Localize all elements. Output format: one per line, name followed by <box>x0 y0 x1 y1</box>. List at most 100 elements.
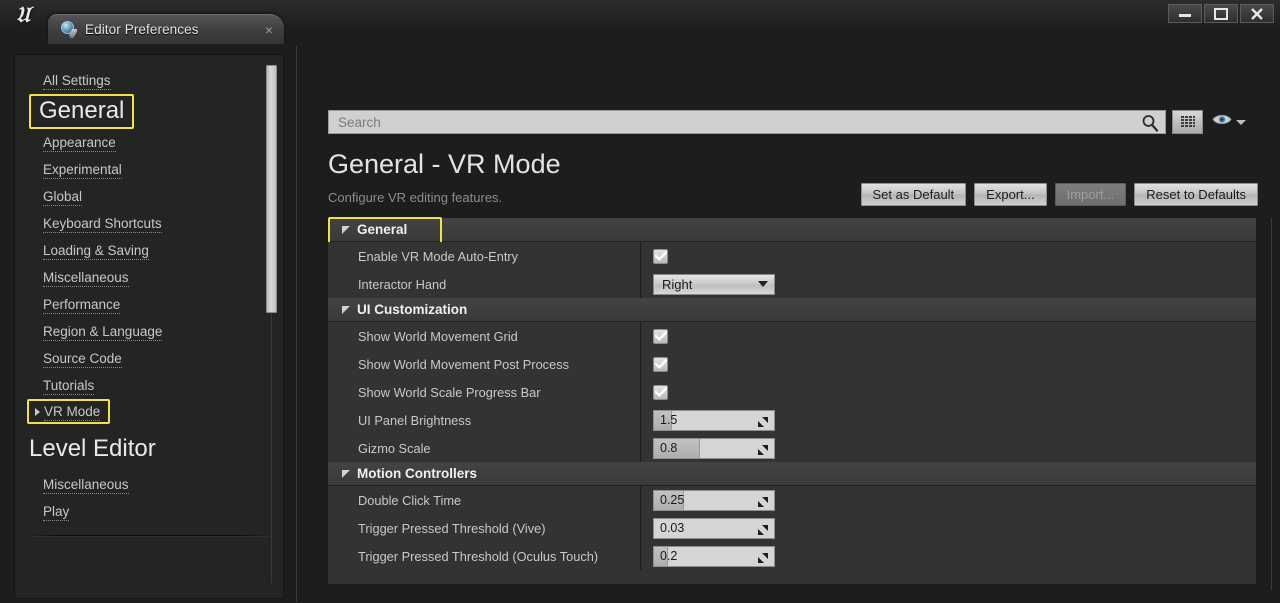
drag-handle-icon[interactable] <box>757 443 769 459</box>
sidebar-group-level-editor[interactable]: Level Editor <box>15 424 283 471</box>
sidebar-item-appearance[interactable]: Appearance <box>15 129 283 156</box>
sidebar-item-label: Region & Language <box>43 324 162 341</box>
sidebar-group-general[interactable]: General <box>29 94 134 129</box>
property-label: Trigger Pressed Threshold (Oculus Touch) <box>328 549 640 564</box>
reset-to-defaults-button[interactable]: Reset to Defaults <box>1134 183 1258 206</box>
property-row: Interactor Hand Right <box>328 270 1256 298</box>
property-list-tail <box>328 570 1256 584</box>
close-icon[interactable]: × <box>258 22 280 38</box>
sidebar-item-keyboard-shortcuts[interactable]: Keyboard Shortcuts <box>15 210 283 237</box>
sidebar-item-label: VR Mode <box>44 404 100 421</box>
property-value-cell: 0.25 <box>640 486 1256 514</box>
import-button: Import... <box>1055 183 1127 206</box>
collapse-triangle-icon[interactable] <box>342 226 350 234</box>
numeric-slider-input[interactable]: 0.8 <box>653 438 775 459</box>
sidebar-nav-list: All Settings General Appearance Experimenta… <box>15 55 283 536</box>
sidebar-item-vr-mode[interactable]: VR Mode <box>27 399 110 424</box>
property-row: Show World Movement Post Process <box>328 350 1256 378</box>
drag-handle-icon[interactable] <box>757 551 769 567</box>
magnifier-icon <box>1141 114 1159 137</box>
drag-handle-icon[interactable] <box>757 495 769 511</box>
numeric-slider-input[interactable]: 0.2 <box>653 546 775 567</box>
sidebar-item-experimental[interactable]: Experimental <box>15 156 283 183</box>
tab-label: Editor Preferences <box>85 22 258 37</box>
unreal-u-logo: 𝔘 <box>4 0 42 30</box>
property-value-cell <box>640 322 1256 350</box>
sidebar-item-global[interactable]: Global <box>15 183 283 210</box>
window-controls <box>1168 4 1274 23</box>
numeric-value: 0.2 <box>654 549 677 563</box>
property-value-cell <box>640 378 1256 406</box>
sidebar-item-label: Appearance <box>43 135 116 152</box>
property-value-cell: Right <box>640 270 1256 298</box>
numeric-slider-input[interactable]: 0.03 <box>653 518 775 539</box>
drag-handle-icon[interactable] <box>757 523 769 539</box>
page-title: General - VR Mode <box>328 148 561 180</box>
checkbox[interactable] <box>653 249 668 264</box>
sidebar-item-all-settings[interactable]: All Settings <box>15 67 283 94</box>
search-input[interactable]: Search <box>328 110 1166 134</box>
chevron-down-icon <box>758 281 768 287</box>
visibility-options-button[interactable] <box>1209 110 1249 134</box>
sidebar-item-play[interactable]: Play <box>15 498 283 525</box>
maximize-button[interactable] <box>1204 4 1238 23</box>
tab-editor-preferences[interactable]: Editor Preferences × <box>48 14 284 44</box>
collapse-triangle-icon[interactable] <box>342 470 350 478</box>
grid-view-icon[interactable] <box>1172 110 1203 134</box>
property-label: Enable VR Mode Auto-Entry <box>328 249 640 264</box>
title-bar: 𝔘 Editor Preferences × <box>0 0 1280 28</box>
property-row: Show World Scale Progress Bar <box>328 378 1256 406</box>
property-list: General Enable VR Mode Auto-Entry Interact… <box>328 218 1256 584</box>
property-label: Show World Movement Grid <box>328 329 640 344</box>
sidebar-item-label: Miscellaneous <box>43 270 129 287</box>
sidebar-item-region-language[interactable]: Region & Language <box>15 318 283 345</box>
sidebar-item-loading-saving[interactable]: Loading & Saving <box>15 237 283 264</box>
category-title: General <box>357 222 407 237</box>
drag-handle-icon[interactable] <box>757 415 769 431</box>
sidebar-item-label: Loading & Saving <box>43 243 149 260</box>
property-value-cell: 1.5 <box>640 406 1256 434</box>
property-label: Interactor Hand <box>328 277 640 292</box>
close-button[interactable] <box>1240 4 1274 23</box>
panel-splitter[interactable] <box>296 46 297 602</box>
sidebar-item-miscellaneous[interactable]: Miscellaneous <box>15 264 283 291</box>
numeric-slider-input[interactable]: 1.5 <box>653 410 775 431</box>
search-row: Search <box>328 110 1258 134</box>
sidebar-item-miscellaneous[interactable]: Miscellaneous <box>15 471 283 498</box>
checkbox[interactable] <box>653 385 668 400</box>
scrollbar-thumb[interactable] <box>266 65 277 313</box>
sidebar-item-source-code[interactable]: Source Code <box>15 345 283 372</box>
checkbox[interactable] <box>653 357 668 372</box>
minimize-button[interactable] <box>1168 4 1202 23</box>
property-value-cell <box>640 242 1256 270</box>
sidebar-scrollbar[interactable] <box>266 65 277 583</box>
numeric-value: 1.5 <box>654 413 677 427</box>
main-body: All Settings General Appearance Experimenta… <box>0 44 1280 603</box>
eye-icon <box>1212 113 1232 131</box>
category-header-general[interactable]: General <box>328 218 1256 242</box>
property-row: Enable VR Mode Auto-Entry <box>328 242 1256 270</box>
category-header-motion-controllers[interactable]: Motion Controllers <box>328 462 1256 486</box>
sidebar-item-label: Keyboard Shortcuts <box>43 216 162 233</box>
sidebar-item-label: Source Code <box>43 351 122 368</box>
numeric-slider-input[interactable]: 0.25 <box>653 490 775 511</box>
expander-triangle-icon[interactable] <box>35 408 40 416</box>
sidebar-item-label: Global <box>43 189 82 206</box>
sidebar-group-label: General <box>39 97 124 124</box>
export-button[interactable]: Export... <box>974 183 1046 206</box>
category-title: Motion Controllers <box>357 466 477 481</box>
category-header-ui-customization[interactable]: UI Customization <box>328 298 1256 322</box>
sidebar-item-label: Performance <box>43 297 120 314</box>
collapse-triangle-icon[interactable] <box>342 306 350 314</box>
dropdown-select[interactable]: Right <box>653 274 775 295</box>
set-as-default-button[interactable]: Set as Default <box>861 183 967 206</box>
numeric-value: 0.8 <box>654 441 677 455</box>
checkbox[interactable] <box>653 329 668 344</box>
preferences-gear-orb-icon <box>60 21 77 38</box>
sidebar-item-tutorials[interactable]: Tutorials <box>15 372 283 399</box>
editor-preferences-window: 𝔘 Editor Preferences × All Settings Gener… <box>0 0 1280 603</box>
search-placeholder: Search <box>329 115 381 130</box>
property-value-cell: 0.8 <box>640 434 1256 462</box>
sidebar-item-performance[interactable]: Performance <box>15 291 283 318</box>
sidebar-divider <box>29 535 269 536</box>
